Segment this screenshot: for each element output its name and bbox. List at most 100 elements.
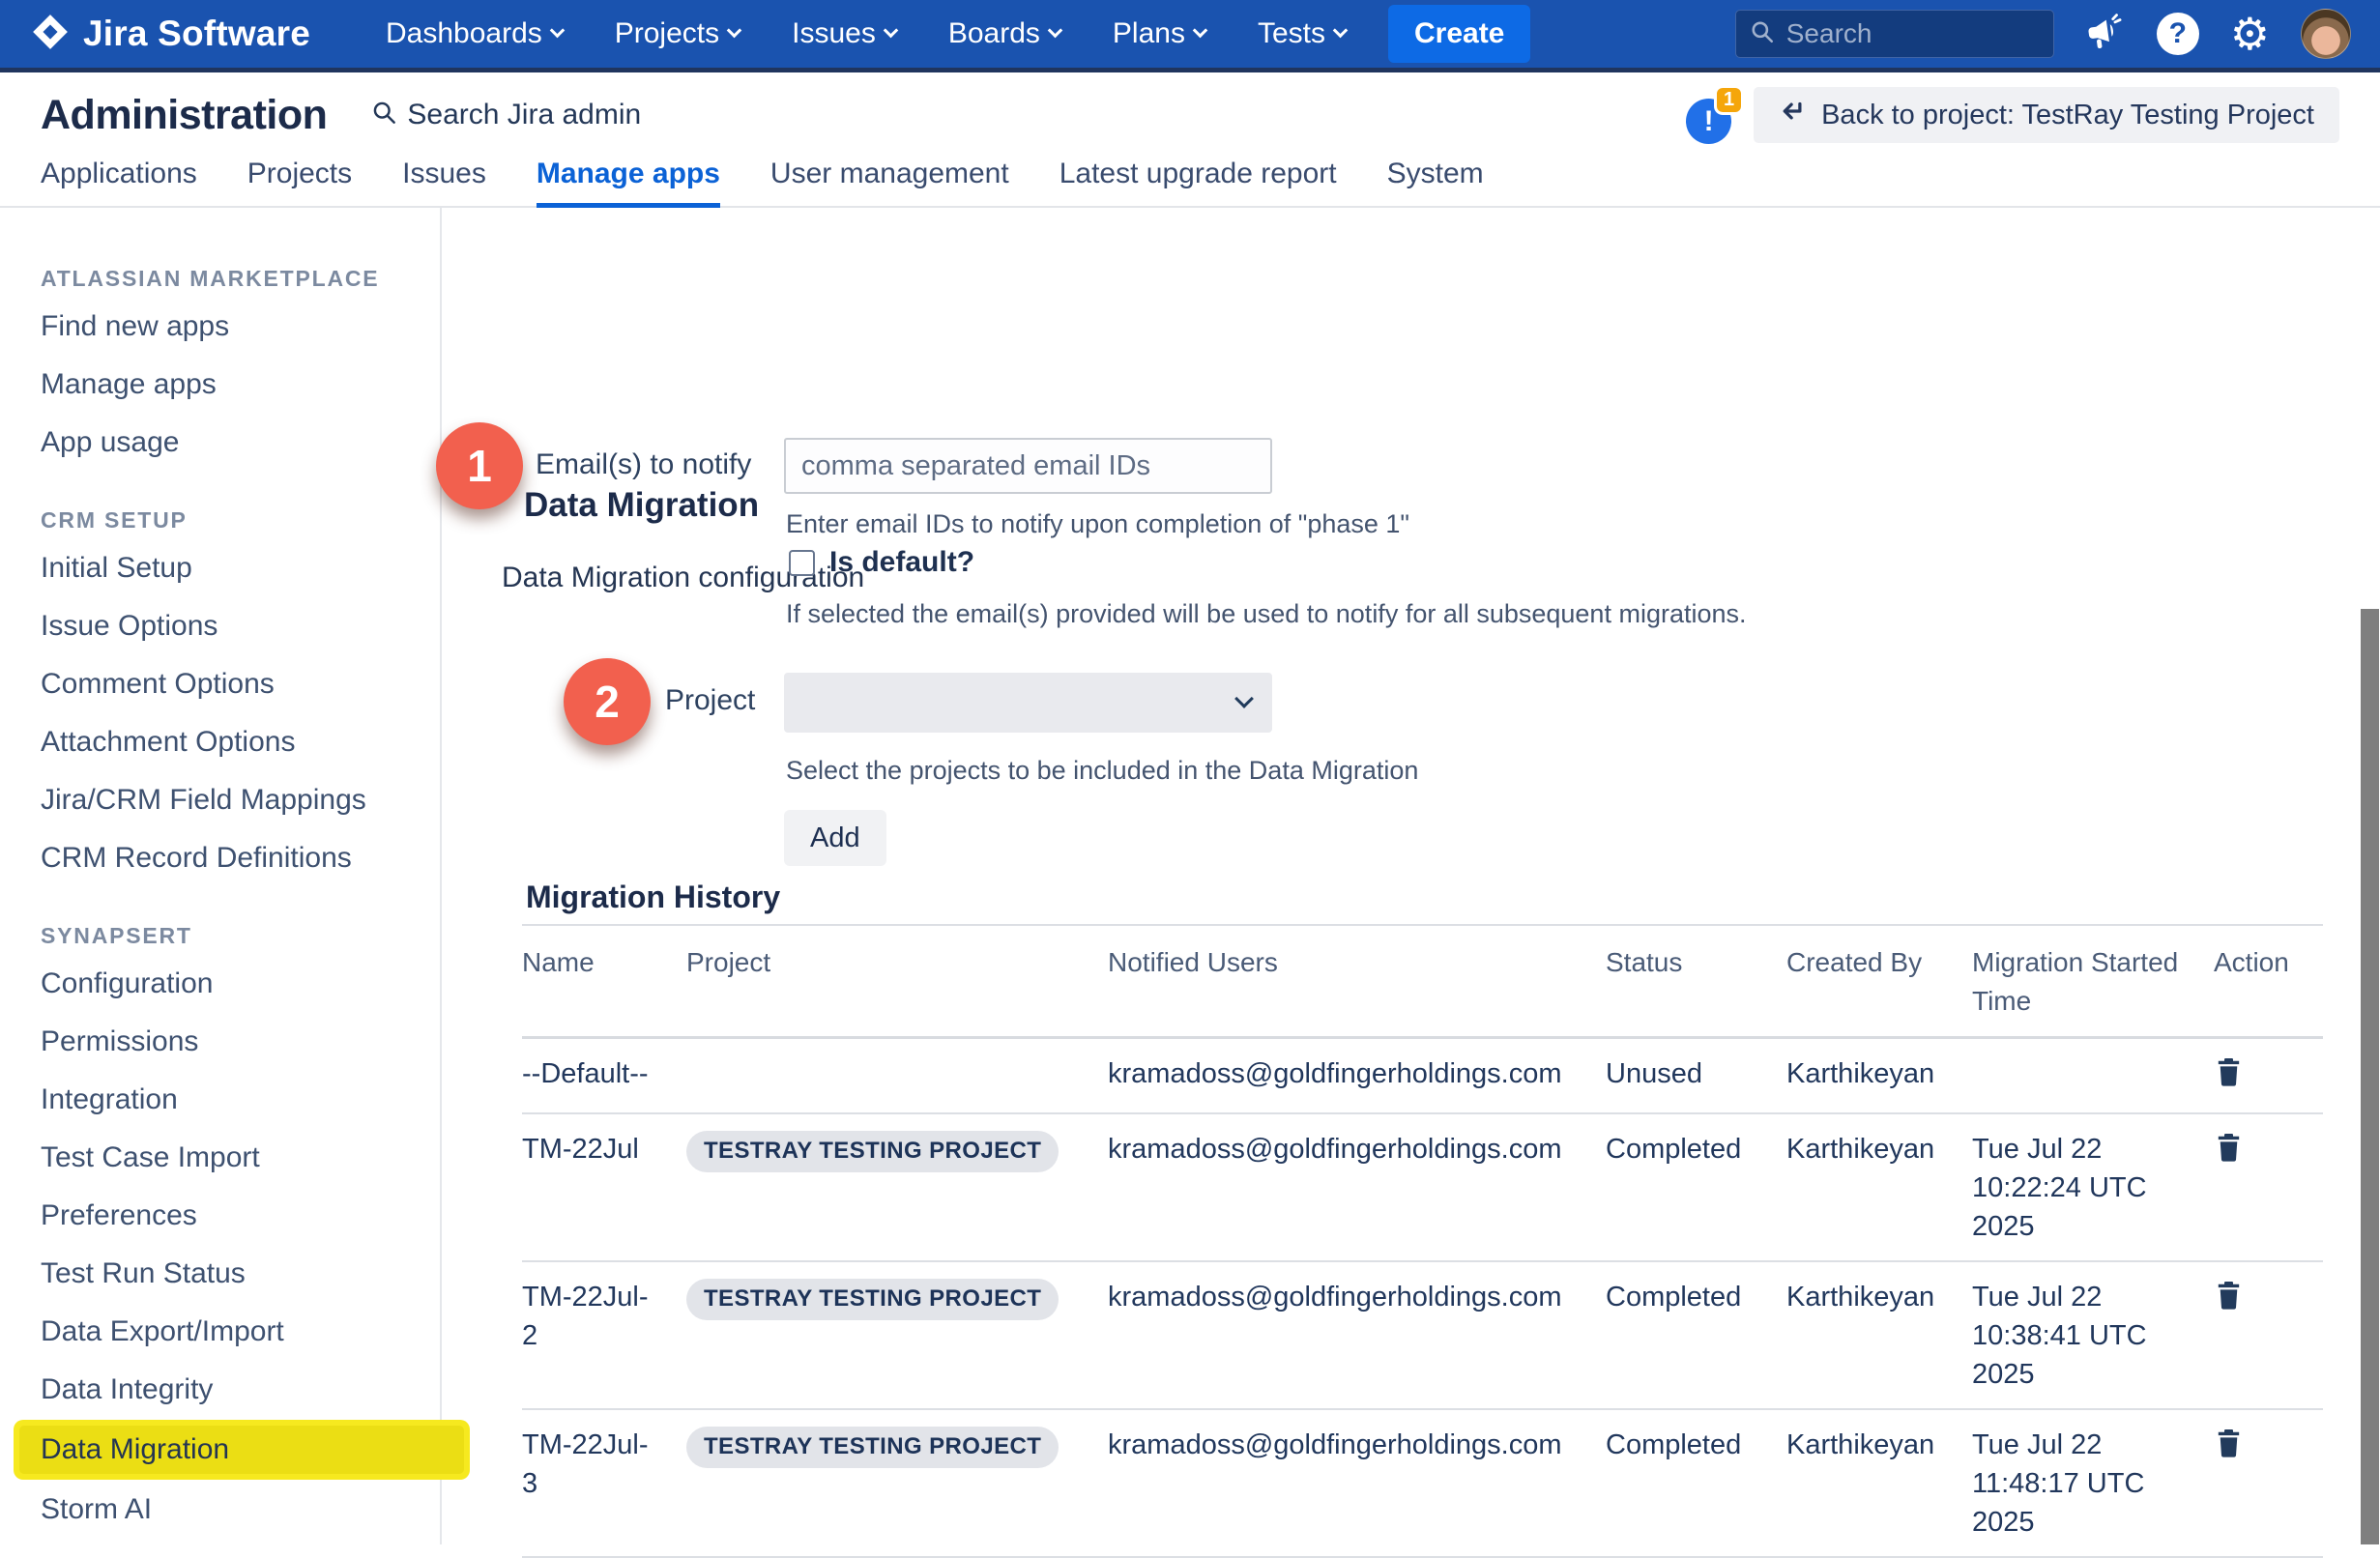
admin-search-label: Search Jira admin	[407, 99, 641, 131]
email-help-text: Enter email IDs to notify upon completio…	[786, 509, 1409, 539]
tab-latest-upgrade-report[interactable]: Latest upgrade report	[1059, 158, 1337, 206]
tab-manage-apps[interactable]: Manage apps	[537, 158, 720, 208]
tab-issues[interactable]: Issues	[402, 158, 486, 206]
nav-plans[interactable]: Plans	[1113, 17, 1205, 50]
chevron-down-icon	[1333, 23, 1349, 39]
table-row: TM-22Jul-2 TESTRAY TESTING PROJECT krama…	[522, 1261, 2323, 1409]
sidebar-section-marketplace: ATLASSIAN MARKETPLACE	[41, 259, 440, 298]
cell-started: Tue Jul 22 10:38:41 UTC 2025	[1972, 1261, 2214, 1409]
jira-logo-icon	[29, 11, 72, 58]
back-to-project-button[interactable]: Back to project: TestRay Testing Project	[1754, 87, 2339, 143]
cell-notified: kramadoss@goldfingerholdings.com	[1108, 1113, 1606, 1261]
add-button[interactable]: Add	[784, 810, 886, 866]
sidebar-item-initial-setup[interactable]: Initial Setup	[41, 539, 440, 597]
nav-issues[interactable]: Issues	[792, 17, 896, 50]
global-search-input[interactable]	[1786, 18, 2018, 49]
cell-notified: kramadoss@goldfingerholdings.com	[1108, 1261, 1606, 1409]
help-button[interactable]: ?	[2157, 13, 2199, 55]
sidebar-item-permissions[interactable]: Permissions	[41, 1013, 440, 1071]
migration-history-table: Name Project Notified Users Status Creat…	[522, 924, 2323, 1558]
cell-created-by: Karthikeyan	[1786, 1409, 1972, 1557]
gear-icon: ⚙	[2230, 12, 2270, 56]
sidebar-item-issue-options[interactable]: Issue Options	[41, 597, 440, 655]
page-scrollbar[interactable]	[2361, 609, 2379, 1544]
delete-button[interactable]	[2214, 1278, 2244, 1315]
sidebar-item-preferences[interactable]: Preferences	[41, 1187, 440, 1245]
cell-started: Tue Jul 22 11:48:17 UTC 2025	[1972, 1409, 2214, 1557]
chevron-down-icon	[1048, 23, 1063, 39]
cell-started	[1972, 1038, 2214, 1114]
project-badge: TESTRAY TESTING PROJECT	[686, 1131, 1059, 1172]
user-avatar[interactable]	[2301, 9, 2351, 59]
cell-created-by: Karthikeyan	[1786, 1261, 1972, 1409]
sidebar-item-app-usage[interactable]: App usage	[41, 414, 440, 472]
col-name: Name	[522, 925, 686, 1038]
notification-badge: 1	[1714, 85, 1744, 115]
col-migration-started-time: Migration Started Time	[1972, 925, 2214, 1038]
question-icon: ?	[2157, 13, 2199, 55]
megaphone-icon	[2085, 13, 2126, 56]
cell-project	[686, 1038, 1108, 1114]
tab-projects[interactable]: Projects	[247, 158, 352, 206]
cell-name: TM-22Jul-3	[522, 1409, 686, 1557]
sidebar-item-data-export-import[interactable]: Data Export/Import	[41, 1303, 440, 1361]
tab-user-management[interactable]: User management	[770, 158, 1009, 206]
annotation-step-1: 1	[436, 422, 523, 509]
sidebar-item-integration[interactable]: Integration	[41, 1071, 440, 1129]
delete-button[interactable]	[2214, 1130, 2244, 1168]
search-icon	[371, 100, 397, 130]
is-default-label: Is default?	[829, 546, 974, 579]
nav-tests[interactable]: Tests	[1258, 17, 1346, 50]
top-navigation: Jira Software Dashboards Projects Issues…	[0, 0, 2380, 72]
tab-applications[interactable]: Applications	[41, 158, 197, 206]
sidebar-item-comment-options[interactable]: Comment Options	[41, 655, 440, 713]
col-status: Status	[1606, 925, 1786, 1038]
table-row: --Default-- kramadoss@goldfingerholdings…	[522, 1038, 2323, 1114]
delete-button[interactable]	[2214, 1054, 2244, 1092]
delete-button[interactable]	[2214, 1426, 2244, 1463]
sidebar-item-jira-crm-field-mappings[interactable]: Jira/CRM Field Mappings	[41, 771, 440, 829]
brand-name: Jira Software	[83, 14, 310, 54]
chevron-down-icon	[1193, 23, 1208, 39]
global-search[interactable]	[1735, 10, 2054, 58]
sidebar-item-crm-record-definitions[interactable]: CRM Record Definitions	[41, 829, 440, 887]
announcements-button[interactable]	[2085, 13, 2126, 56]
cell-action	[2214, 1261, 2323, 1409]
nav-projects[interactable]: Projects	[615, 17, 740, 50]
admin-sidebar: ATLASSIAN MARKETPLACE Find new apps Mana…	[0, 208, 442, 1544]
sidebar-item-manage-apps[interactable]: Manage apps	[41, 356, 440, 414]
sidebar-item-configuration[interactable]: Configuration	[41, 955, 440, 1013]
cell-action	[2214, 1038, 2323, 1114]
nav-dashboards[interactable]: Dashboards	[386, 17, 563, 50]
is-default-help-text: If selected the email(s) provided will b…	[786, 599, 1747, 629]
sidebar-item-find-new-apps[interactable]: Find new apps	[41, 298, 440, 356]
cell-status: Completed	[1606, 1409, 1786, 1557]
highlight-marker: Data Migration	[14, 1420, 470, 1480]
tab-system[interactable]: System	[1387, 158, 1484, 206]
jira-brand[interactable]: Jira Software	[29, 11, 310, 58]
sidebar-item-data-migration[interactable]: Data Migration	[19, 1426, 464, 1474]
is-default-checkbox[interactable]	[789, 550, 815, 576]
sidebar-item-test-run-status[interactable]: Test Run Status	[41, 1245, 440, 1303]
cell-created-by: Karthikeyan	[1786, 1113, 1972, 1261]
is-default-row: Is default?	[789, 546, 974, 579]
admin-search[interactable]: Search Jira admin	[371, 99, 641, 131]
sidebar-item-attachment-options[interactable]: Attachment Options	[41, 713, 440, 771]
search-icon	[1750, 19, 1775, 49]
email-input[interactable]	[784, 438, 1272, 494]
notification-button[interactable]: ! 1	[1686, 91, 1734, 139]
page-title: Administration	[41, 92, 327, 139]
cell-name: --Default--	[522, 1038, 686, 1114]
create-button[interactable]: Create	[1388, 5, 1530, 63]
content-title: Data Migration	[524, 486, 759, 525]
settings-button[interactable]: ⚙	[2230, 12, 2270, 56]
nav-boards[interactable]: Boards	[948, 17, 1060, 50]
sidebar-item-test-case-import[interactable]: Test Case Import	[41, 1129, 440, 1187]
col-notified-users: Notified Users	[1108, 925, 1606, 1038]
sidebar-item-data-integrity[interactable]: Data Integrity	[41, 1361, 440, 1419]
sidebar-item-storm-ai[interactable]: Storm AI	[41, 1481, 440, 1539]
project-select[interactable]	[784, 673, 1272, 733]
cell-status: Completed	[1606, 1261, 1786, 1409]
email-field-label: Email(s) to notify	[536, 448, 751, 481]
nav-menu: Dashboards Projects Issues Boards Plans …	[386, 17, 1346, 50]
